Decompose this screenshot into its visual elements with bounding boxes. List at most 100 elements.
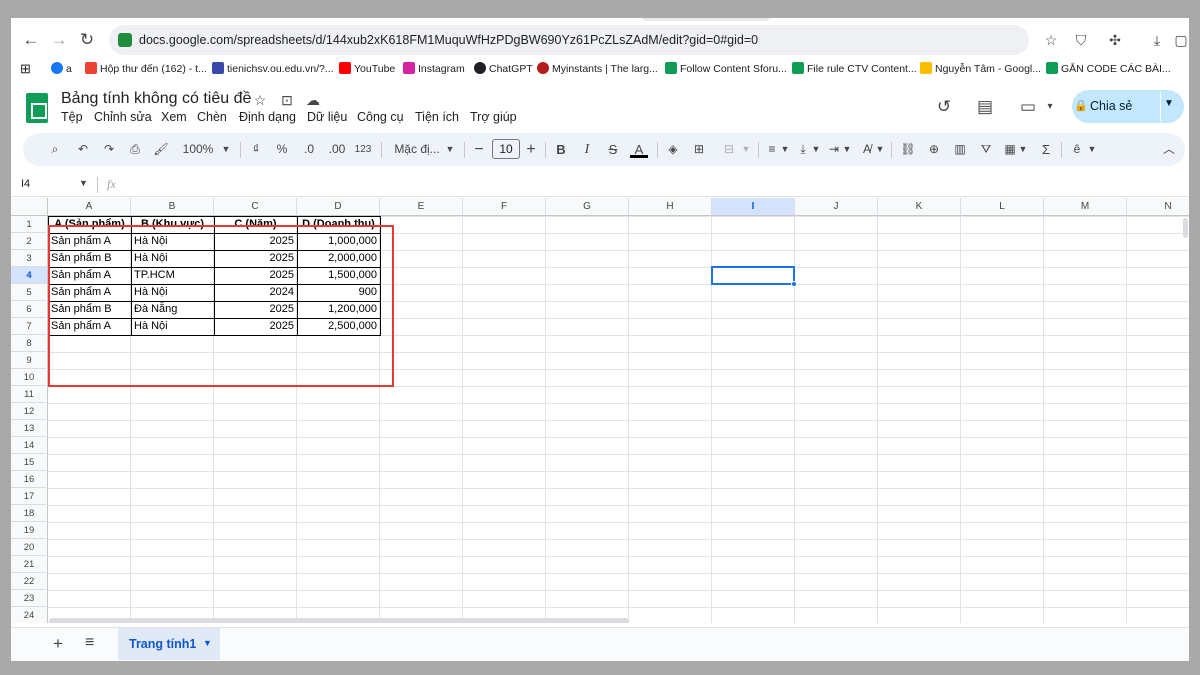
- row-header-23[interactable]: 23: [11, 590, 48, 607]
- row-header-2[interactable]: 2: [11, 233, 48, 250]
- filter-views-icon[interactable]: ▦: [1002, 140, 1018, 159]
- halign-dropdown-icon[interactable]: ▼: [780, 140, 790, 159]
- valign-dropdown-icon[interactable]: ▼: [811, 140, 821, 159]
- column-header-f[interactable]: F: [463, 198, 546, 216]
- bookmark-item[interactable]: a: [51, 60, 72, 78]
- column-header-b[interactable]: B: [131, 198, 214, 216]
- menu-view[interactable]: Xem: [161, 110, 187, 124]
- row-header-14[interactable]: 14: [11, 437, 48, 454]
- star-icon[interactable]: ☆: [251, 90, 269, 110]
- row-header-6[interactable]: 6: [11, 301, 48, 318]
- insert-comment-icon[interactable]: ⊕: [926, 140, 942, 159]
- collapse-toolbar-icon[interactable]: ︿: [1161, 140, 1177, 159]
- row-header-8[interactable]: 8: [11, 335, 48, 352]
- increase-decimal-button[interactable]: .00: [326, 140, 348, 159]
- bookmark-item[interactable]: Hộp thư đến (162) - t...: [85, 60, 207, 78]
- bookmark-item[interactable]: ChatGPT: [474, 60, 533, 78]
- font-family-select[interactable]: Mặc đị...: [389, 140, 445, 159]
- row-header-22[interactable]: 22: [11, 573, 48, 590]
- column-header-i[interactable]: I: [712, 198, 795, 216]
- row-header-11[interactable]: 11: [11, 386, 48, 403]
- column-header-c[interactable]: C: [214, 198, 297, 216]
- bookmark-item[interactable]: GẮN CODE CÁC BÀI...: [1046, 60, 1171, 78]
- vertical-align-icon[interactable]: ⤓: [795, 140, 811, 159]
- bookmark-item[interactable]: File rule CTV Content...: [792, 60, 917, 78]
- column-header-g[interactable]: G: [546, 198, 629, 216]
- extensions-puzzle-icon[interactable]: ✣: [1105, 30, 1125, 50]
- column-header-k[interactable]: K: [878, 198, 961, 216]
- all-sheets-icon[interactable]: ≡: [85, 634, 94, 652]
- currency-format-button[interactable]: ₫: [249, 140, 263, 159]
- row-header-12[interactable]: 12: [11, 403, 48, 420]
- wrap-dropdown-icon[interactable]: ▼: [842, 140, 852, 159]
- column-header-e[interactable]: E: [380, 198, 463, 216]
- font-dropdown-icon[interactable]: ▼: [445, 140, 455, 159]
- bookmark-item[interactable]: tienichsv.ou.edu.vn/?...: [212, 60, 334, 78]
- bookmark-item[interactable]: Instagram: [403, 60, 465, 78]
- doc-title[interactable]: Bảng tính không có tiêu đề: [61, 90, 251, 108]
- menu-insert[interactable]: Chèn: [197, 110, 227, 124]
- row-header-9[interactable]: 9: [11, 352, 48, 369]
- forward-arrow-icon[interactable]: →: [49, 30, 69, 50]
- menu-format[interactable]: Định dạng: [239, 110, 296, 124]
- row-header-20[interactable]: 20: [11, 539, 48, 556]
- menu-data[interactable]: Dữ liệu: [307, 110, 347, 124]
- row-header-5[interactable]: 5: [11, 284, 48, 301]
- merge-dropdown-icon[interactable]: ▼: [741, 140, 751, 159]
- increase-font-size-icon[interactable]: +: [524, 140, 538, 159]
- text-rotation-icon[interactable]: A̸: [859, 140, 875, 159]
- functions-button[interactable]: Σ: [1038, 140, 1054, 159]
- comments-icon[interactable]: ▤: [974, 96, 996, 118]
- menu-extensions[interactable]: Tiện ích: [415, 110, 459, 124]
- decrease-decimal-button[interactable]: .0: [300, 140, 318, 159]
- name-box-dropdown-icon[interactable]: ▼: [79, 178, 88, 188]
- row-header-16[interactable]: 16: [11, 471, 48, 488]
- search-menus-icon[interactable]: ⌕: [47, 140, 63, 159]
- bookmark-item[interactable]: Myinstants | The larg...: [537, 60, 658, 78]
- menu-help[interactable]: Trợ giúp: [470, 110, 517, 124]
- row-header-13[interactable]: 13: [11, 420, 48, 437]
- row-header-3[interactable]: 3: [11, 250, 48, 267]
- percent-format-button[interactable]: %: [275, 140, 289, 159]
- horizontal-scrollbar[interactable]: [49, 618, 629, 623]
- version-history-icon[interactable]: ↺: [933, 96, 955, 118]
- omnibox[interactable]: docs.google.com/spreadsheets/d/144xub2xK…: [109, 25, 1029, 55]
- sheet-tab-dropdown-icon[interactable]: ▼: [203, 638, 212, 648]
- insert-link-icon[interactable]: ⛓: [900, 140, 916, 159]
- shield-extension-icon[interactable]: ⛉: [1071, 30, 1091, 50]
- column-header-d[interactable]: D: [297, 198, 380, 216]
- fill-color-icon[interactable]: ◈: [665, 140, 681, 159]
- strikethrough-button[interactable]: S: [606, 140, 620, 159]
- spreadsheet-grid[interactable]: A B C D E F G H I J K L M N 1 2 3 4 5 6 7 8 9 10 11 12 13 14 15 16 17 1…: [11, 198, 1189, 623]
- filter-views-dropdown-icon[interactable]: ▼: [1018, 140, 1028, 159]
- bold-button[interactable]: B: [554, 140, 568, 159]
- input-tools-dropdown-icon[interactable]: ▼: [1087, 140, 1097, 159]
- vertical-scrollbar[interactable]: [1183, 218, 1188, 238]
- borders-icon[interactable]: ⊞: [691, 140, 707, 159]
- row-header-21[interactable]: 21: [11, 556, 48, 573]
- column-header-a[interactable]: A: [48, 198, 131, 216]
- fill-handle[interactable]: [791, 281, 797, 287]
- bookmark-star-icon[interactable]: ☆: [1041, 30, 1061, 50]
- column-header-n[interactable]: N: [1127, 198, 1189, 216]
- name-box[interactable]: I4: [21, 178, 30, 190]
- meet-dropdown-icon[interactable]: ▾: [1039, 96, 1061, 118]
- sheet-tab-active[interactable]: Trang tính1 ▼: [118, 628, 220, 660]
- row-header-1[interactable]: 1: [11, 216, 48, 233]
- back-arrow-icon[interactable]: ←: [21, 30, 41, 50]
- url-text[interactable]: docs.google.com/spreadsheets/d/144xub2xK…: [139, 33, 758, 47]
- filter-icon[interactable]: ⛛: [978, 140, 994, 159]
- sheets-logo-icon[interactable]: [26, 93, 48, 123]
- row-header-10[interactable]: 10: [11, 369, 48, 386]
- row-header-18[interactable]: 18: [11, 505, 48, 522]
- menu-edit[interactable]: Chỉnh sửa: [94, 110, 152, 124]
- column-header-j[interactable]: J: [795, 198, 878, 216]
- bookmark-item[interactable]: Nguyễn Tâm - Googl...: [920, 60, 1041, 78]
- decrease-font-size-icon[interactable]: −: [472, 140, 486, 159]
- print-icon[interactable]: ⎙: [127, 140, 143, 159]
- apps-grid-icon[interactable]: ⊞: [20, 60, 31, 78]
- undo-icon[interactable]: ↶: [75, 140, 91, 159]
- column-header-l[interactable]: L: [961, 198, 1044, 216]
- menu-file[interactable]: Tệp: [61, 110, 83, 124]
- move-folder-icon[interactable]: ⊡: [278, 90, 296, 110]
